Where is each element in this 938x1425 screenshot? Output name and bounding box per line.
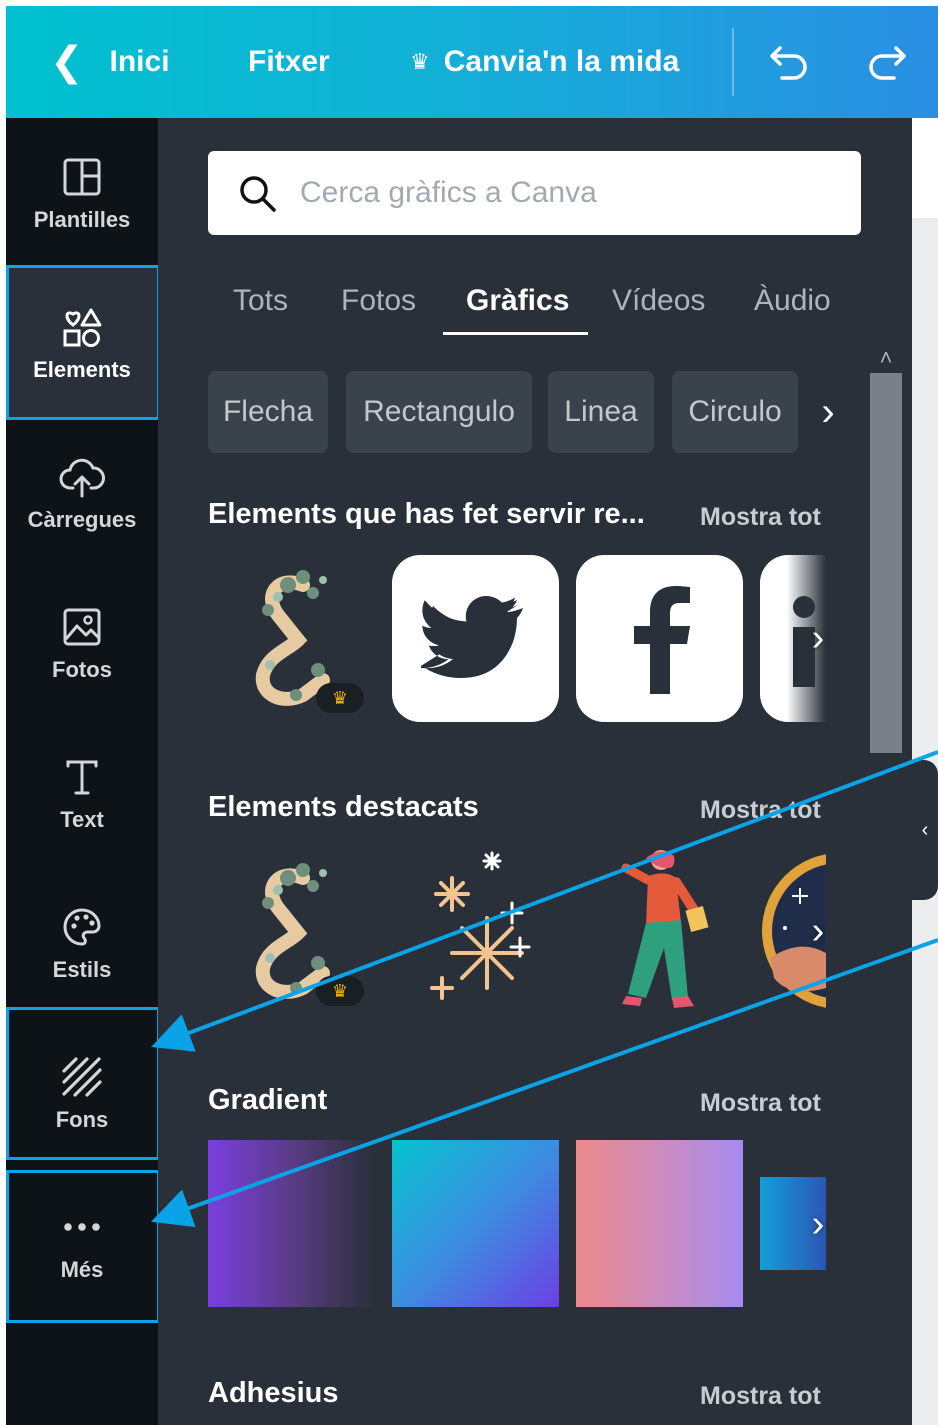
show-all-stickers[interactable]: Mostra tot <box>700 1382 821 1411</box>
featured-item-woman-walking[interactable] <box>576 848 743 1015</box>
show-all-featured[interactable]: Mostra tot <box>700 796 821 825</box>
show-all-gradient[interactable]: Mostra tot <box>700 1089 821 1118</box>
chevron-right-icon[interactable]: › <box>798 1194 838 1254</box>
rail-label: Fotos <box>52 657 112 682</box>
section-title-gradient: Gradient <box>208 1084 328 1116</box>
undo-button[interactable] <box>768 6 812 118</box>
rail-item-styles[interactable]: Estils <box>6 868 158 1018</box>
search-placeholder: Cerca gràfics a Canva <box>300 176 597 209</box>
topbar-divider <box>732 28 734 96</box>
highlight-box-more <box>6 1170 160 1323</box>
collapse-panel-button[interactable]: ‹ <box>912 760 938 900</box>
tab-audio[interactable]: Àudio <box>754 268 831 334</box>
chip-rectangulo[interactable]: Rectangulo <box>346 371 532 453</box>
palette-icon <box>62 903 102 951</box>
gradient-item-teal-violet[interactable] <box>392 1140 559 1307</box>
suggestion-chips: Flecha Rectangulo Linea Circulo › <box>208 371 848 453</box>
rail-item-uploads[interactable]: Càrregues <box>6 418 158 568</box>
highlight-box-elements <box>6 265 160 420</box>
crown-icon: ♛ <box>410 49 430 74</box>
resize-button[interactable]: ♛ Canvia'n la mida <box>410 6 679 118</box>
search-input[interactable]: Cerca gràfics a Canva <box>208 151 861 235</box>
featured-item-snowflakes[interactable] <box>392 848 559 1015</box>
chevron-right-icon[interactable]: › <box>808 371 848 453</box>
woman-walking-graphic <box>621 850 709 1008</box>
cloud-upload-icon <box>59 453 105 501</box>
image-icon <box>62 603 102 651</box>
highlight-box-background <box>6 1007 160 1160</box>
crown-icon: ♛ <box>316 683 364 713</box>
resize-label: Canvia'n la mida <box>443 45 680 78</box>
rail-label: Text <box>60 807 104 832</box>
chip-linea[interactable]: Linea <box>548 371 654 453</box>
snowflakes-graphic <box>430 851 531 1000</box>
featured-item-ampersand[interactable]: ♛ <box>208 848 375 1015</box>
top-bar: ❮ Inici Fitxer ♛ Canvia'n la mida <box>6 6 938 118</box>
undo-icon <box>770 46 807 80</box>
section-title-recent: Elements que has fet servir re... <box>208 498 645 530</box>
show-all-recent[interactable]: Mostra tot <box>700 503 821 532</box>
file-menu-button[interactable]: Fitxer <box>248 6 330 118</box>
category-tabs: Tots Fotos Gràfics Vídeos Àudio <box>208 268 868 338</box>
chevron-right-icon[interactable]: › <box>798 901 838 961</box>
rail-item-text[interactable]: Text <box>6 718 158 868</box>
redo-button[interactable] <box>864 6 908 118</box>
recent-item-ampersand[interactable]: ♛ <box>208 555 375 722</box>
crown-icon: ♛ <box>316 976 364 1006</box>
home-label: Inici <box>109 45 170 78</box>
rail-label: Càrregues <box>27 507 137 532</box>
layout-icon <box>62 153 102 201</box>
tab-photos[interactable]: Fotos <box>341 268 416 334</box>
chevron-right-icon[interactable]: › <box>798 608 838 668</box>
scrollbar-thumb[interactable] <box>870 373 902 753</box>
scroll-up-icon[interactable]: ˄ <box>868 340 904 376</box>
tab-all[interactable]: Tots <box>233 268 288 334</box>
section-title-stickers: Adhesius <box>208 1377 339 1409</box>
rail-item-photos[interactable]: Fotos <box>6 568 158 718</box>
recent-item-twitter[interactable] <box>392 555 559 722</box>
chip-circulo[interactable]: Circulo <box>672 371 798 453</box>
canvas-header-strip <box>912 118 938 218</box>
elements-panel: Cerca gràfics a Canva Tots Fotos Gràfics… <box>158 118 912 1425</box>
chevron-left-icon: ❮ <box>50 40 84 84</box>
tab-videos[interactable]: Vídeos <box>612 268 705 334</box>
twitter-icon <box>420 595 523 678</box>
chip-flecha[interactable]: Flecha <box>208 371 328 453</box>
section-title-featured: Elements destacats <box>208 791 479 823</box>
gradient-item-purple[interactable] <box>208 1140 375 1307</box>
rail-label: Estils <box>52 957 112 982</box>
search-icon <box>240 176 276 212</box>
tab-graphics[interactable]: Gràfics <box>466 268 569 334</box>
recent-item-facebook[interactable] <box>576 555 743 722</box>
chevron-left-icon: ‹ <box>921 818 929 841</box>
redo-icon <box>869 46 906 80</box>
rail-item-templates[interactable]: Plantilles <box>6 118 158 268</box>
rail-label: Plantilles <box>33 207 131 232</box>
home-button[interactable]: ❮ Inici <box>50 6 170 118</box>
gradient-item-pink-lilac[interactable] <box>576 1140 743 1307</box>
text-icon <box>62 753 102 801</box>
tab-active-underline <box>443 332 588 335</box>
facebook-icon <box>633 585 690 694</box>
